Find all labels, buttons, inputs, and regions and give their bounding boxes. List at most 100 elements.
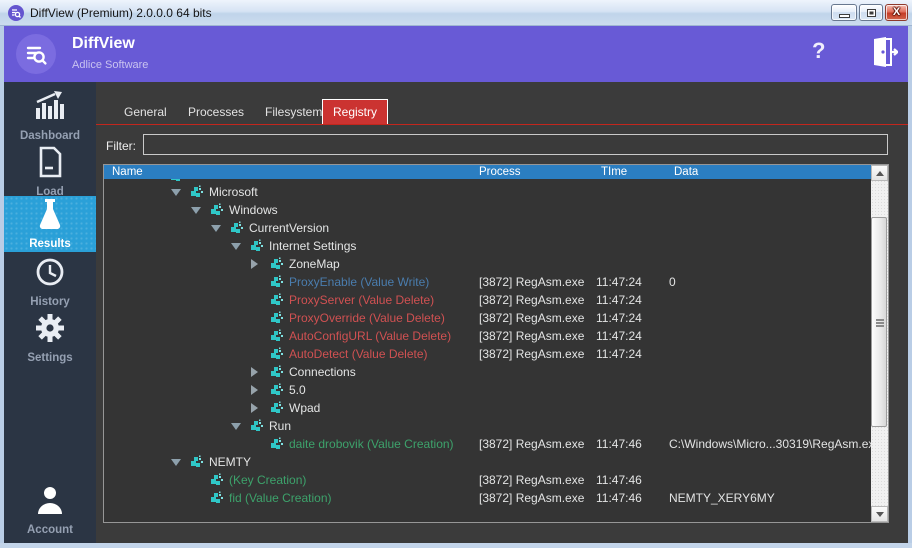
user-icon [35, 484, 65, 516]
row-name: fid (Value Creation) [229, 491, 332, 505]
row-name: Windows [229, 203, 278, 217]
app-logo-small-icon [8, 5, 24, 21]
expand-collapse-icon[interactable] [251, 385, 258, 395]
row-name: Connections [289, 365, 356, 379]
registry-key-icon [210, 491, 224, 510]
tab-filesystem[interactable]: Filesystem [255, 100, 332, 124]
app-name: DiffView [72, 35, 135, 53]
expand-collapse-icon[interactable] [191, 207, 201, 214]
sidebar-item-dashboard[interactable]: Dashboard [4, 88, 96, 144]
row-process: [3872] RegAsm.exe [479, 437, 584, 451]
expand-collapse-icon[interactable] [251, 259, 258, 269]
sidebar-item-settings[interactable]: Settings [4, 310, 96, 366]
tree-row[interactable]: daite drobovik (Value Creation) [3872] Re… [104, 435, 871, 453]
scroll-down-button[interactable] [871, 506, 888, 522]
filter-input[interactable] [143, 134, 888, 155]
close-icon: X [886, 6, 907, 18]
registry-results-table: Name Process TIme Data Microsoft Windows C… [103, 164, 889, 523]
scrollbar-thumb[interactable] [871, 217, 887, 427]
tree-row[interactable]: AutoDetect (Value Delete)[3872] RegAsm.e… [104, 345, 871, 363]
sidebar-label-account: Account [4, 524, 96, 536]
tree-row[interactable]: Microsoft [104, 183, 871, 201]
row-time: 11:47:24 [596, 275, 642, 289]
sidebar-item-history[interactable]: History [4, 254, 96, 310]
expand-collapse-icon[interactable] [171, 459, 181, 466]
row-name: (Key Creation) [229, 473, 306, 487]
sidebar-item-results[interactable]: Results [4, 196, 96, 252]
thumb-grip-icon [876, 322, 884, 324]
expand-collapse-icon[interactable] [211, 225, 221, 232]
column-header-time[interactable]: TIme [601, 165, 627, 179]
row-name: ProxyEnable (Value Write) [289, 275, 429, 289]
tree-row[interactable]: fid (Value Creation)[3872] RegAsm.exe11:… [104, 489, 871, 507]
tree-row[interactable]: ZoneMap [104, 255, 871, 273]
exit-button[interactable] [868, 36, 900, 70]
tree-row[interactable]: ProxyOverride (Value Delete)[3872] RegAs… [104, 309, 871, 327]
row-process: [3872] RegAsm.exe [479, 311, 584, 325]
maximize-button[interactable] [859, 4, 883, 21]
window-border-right [908, 26, 912, 548]
tree-row[interactable]: Internet Settings [104, 237, 871, 255]
tab-underline [96, 124, 908, 125]
row-data: C:\Windows\Micro...30319\RegAsm.exe [669, 437, 881, 451]
registry-tree: Microsoft Windows CurrentVersion Internet S… [104, 165, 871, 522]
tree-row[interactable]: ProxyServer (Value Delete)[3872] RegAsm.… [104, 291, 871, 309]
row-time: 11:47:46 [596, 437, 642, 451]
os-titlebar[interactable]: DiffView (Premium) 2.0.0.0 64 bits X [0, 0, 912, 26]
vertical-scrollbar[interactable] [871, 165, 888, 522]
app-logo-icon [16, 34, 56, 74]
tree-row[interactable]: Windows [104, 201, 871, 219]
row-data: 0 [669, 275, 676, 289]
tab-processes[interactable]: Processes [178, 100, 254, 124]
row-name: Microsoft [209, 185, 258, 199]
expand-collapse-icon[interactable] [251, 367, 258, 377]
column-header-process[interactable]: Process [479, 165, 521, 179]
sidebar: Dashboard Load Results History [4, 82, 96, 543]
scroll-up-button[interactable] [871, 165, 888, 181]
sidebar-label-dashboard: Dashboard [4, 130, 96, 142]
minimize-button[interactable] [831, 4, 857, 21]
tree-row[interactable]: ProxyEnable (Value Write)[3872] RegAsm.e… [104, 273, 871, 291]
row-name: CurrentVersion [249, 221, 329, 235]
row-name: 5.0 [289, 383, 306, 397]
row-process: [3872] RegAsm.exe [479, 293, 584, 307]
row-name: AutoConfigURL (Value Delete) [289, 329, 451, 343]
row-time: 11:47:46 [596, 491, 642, 505]
clock-icon [34, 256, 66, 288]
tree-row[interactable]: Run [104, 417, 871, 435]
tree-row[interactable]: Connections [104, 363, 871, 381]
expand-collapse-icon[interactable] [231, 423, 241, 430]
row-process: [3872] RegAsm.exe [479, 329, 584, 343]
tree-row[interactable]: (Key Creation) [3872] RegAsm.exe 11:47:46 [104, 471, 871, 489]
row-time: 11:47:24 [596, 293, 642, 307]
app-header: DiffView Adlice Software ? [4, 26, 908, 82]
row-time: 11:47:24 [596, 347, 642, 361]
tab-general[interactable]: General [114, 100, 177, 124]
row-name: daite drobovik (Value Creation) [289, 437, 454, 451]
tree-row[interactable]: CurrentVersion [104, 219, 871, 237]
tree-row[interactable]: 5.0 [104, 381, 871, 399]
column-header-data[interactable]: Data [674, 165, 698, 179]
expand-collapse-icon[interactable] [231, 243, 241, 250]
sidebar-label-history: History [4, 296, 96, 308]
arrow-down-icon [876, 512, 884, 517]
row-process: [3872] RegAsm.exe [479, 473, 584, 487]
column-header-name[interactable]: Name [112, 165, 143, 179]
tree-row[interactable]: Wpad [104, 399, 871, 417]
sidebar-item-load[interactable]: Load [4, 144, 96, 200]
row-process: [3872] RegAsm.exe [479, 347, 584, 361]
close-button[interactable]: X [885, 4, 908, 21]
row-data: NEMTY_XERY6MY [669, 491, 775, 505]
tree-row[interactable]: NEMTY [104, 453, 871, 471]
tree-row[interactable]: AutoConfigURL (Value Delete) [3872] RegAs… [104, 327, 871, 345]
expand-collapse-icon[interactable] [171, 189, 181, 196]
app-vendor: Adlice Software [72, 59, 148, 71]
row-time: 11:47:46 [596, 473, 642, 487]
row-name: Internet Settings [269, 239, 356, 253]
sidebar-label-results: Results [4, 238, 96, 250]
help-button[interactable]: ? [812, 38, 825, 64]
tab-registry[interactable]: Registry [322, 99, 388, 124]
expand-collapse-icon[interactable] [251, 403, 258, 413]
arrow-up-icon [876, 171, 884, 176]
sidebar-item-account[interactable]: Account [4, 482, 96, 538]
